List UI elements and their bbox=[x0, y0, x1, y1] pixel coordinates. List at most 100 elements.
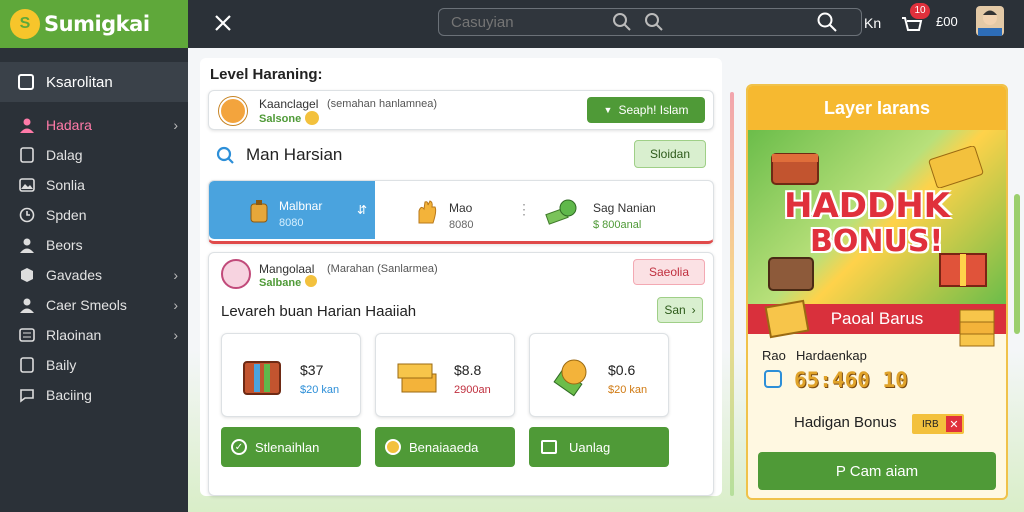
avatar bbox=[219, 97, 247, 125]
sidebar-item-rlaoinan[interactable]: Rlaoinan › bbox=[0, 320, 188, 350]
countdown-timer: 65:460 10 bbox=[794, 368, 908, 392]
sidebar-header[interactable]: Ksarolitan bbox=[0, 62, 188, 102]
coin-icon bbox=[305, 111, 319, 125]
chevron-right-icon: › bbox=[173, 327, 178, 343]
chevron-right-icon: › bbox=[691, 303, 696, 317]
sidebar-item-caer-smeols[interactable]: Caer Smeols › bbox=[0, 290, 188, 320]
search-icon[interactable] bbox=[644, 12, 664, 32]
seaph-islam-button[interactable]: ▼ Seaph! Islam bbox=[587, 97, 705, 123]
chest-icon bbox=[240, 354, 286, 400]
gift-icon bbox=[936, 240, 990, 288]
sidebar-item-label: Gavades bbox=[46, 267, 103, 283]
list-icon bbox=[18, 326, 36, 344]
scrollbar[interactable] bbox=[730, 92, 734, 496]
reward-item-2[interactable]: $8.8 2900an bbox=[375, 333, 515, 417]
hand-icon bbox=[415, 199, 439, 225]
chevron-right-icon: › bbox=[173, 117, 178, 133]
lantern-icon bbox=[247, 199, 271, 225]
sidebar-item-label: Hadara bbox=[46, 117, 92, 133]
bonus-banner: HADDHK BONUS! bbox=[748, 130, 1006, 304]
banner-title-line1: HADDHK bbox=[784, 186, 951, 226]
tabs-card: Malbnar 8080 ⇵ Mao 8080 ⋮ Sag Nanian $ 8… bbox=[208, 180, 714, 244]
sidebar-item-label: Baciing bbox=[46, 387, 92, 403]
coins-value: £00 bbox=[936, 14, 958, 29]
page-icon bbox=[18, 356, 36, 374]
tab-value: $ 800anal bbox=[593, 219, 642, 231]
section-title: Man Harsian bbox=[246, 145, 343, 164]
sidebar-item-hadara[interactable]: Hadara › bbox=[0, 110, 188, 140]
tab-malbnar[interactable]: Malbnar 8080 ⇵ bbox=[209, 181, 375, 239]
uanlag-button[interactable]: Uanlag bbox=[529, 427, 669, 467]
close-icon[interactable]: ✕ bbox=[946, 416, 962, 432]
sidebar-item-label: Sonlia bbox=[46, 177, 85, 193]
sidebar-item-beors[interactable]: Beors bbox=[0, 230, 188, 260]
sidebar: S Sumigkai Ksarolitan Hadara › Dalag Son… bbox=[0, 0, 188, 512]
sidebar-item-dalag[interactable]: Dalag bbox=[0, 140, 188, 170]
refresh-icon[interactable] bbox=[216, 146, 234, 164]
sidebar-item-sonlia[interactable]: Sonlia bbox=[0, 170, 188, 200]
sidebar-header-label: Ksarolitan bbox=[46, 73, 113, 91]
sort-icon: ⇵ bbox=[356, 203, 367, 217]
ribbon-label: Paoal Barus bbox=[830, 309, 924, 328]
sidebar-item-label: Spden bbox=[46, 207, 87, 223]
stlenaihlan-label: Stlenaihlan bbox=[255, 439, 320, 455]
reward-sub: 2900an bbox=[454, 384, 491, 396]
sidebar-item-baciing[interactable]: Baciing bbox=[0, 380, 188, 410]
bonus-header: Layer Iarans bbox=[748, 86, 1006, 130]
profile-desc: (semahan hanlamnea) bbox=[327, 98, 438, 110]
gift-icon bbox=[541, 440, 557, 454]
money-icon bbox=[545, 199, 579, 225]
money-bag-icon bbox=[552, 354, 598, 402]
claim-tag[interactable]: IRB ✕ bbox=[912, 414, 964, 434]
gold-bars-icon bbox=[956, 304, 1000, 348]
close-icon[interactable] bbox=[212, 12, 234, 34]
chevron-right-icon: › bbox=[173, 267, 178, 283]
stlenaihlan-button[interactable]: ✓ Stlenaihlan bbox=[221, 427, 361, 467]
sidebar-item-gavades[interactable]: Gavades › bbox=[0, 260, 188, 290]
reward-item-1[interactable]: $37 $20 kan bbox=[221, 333, 361, 417]
check-circle-icon: ✓ bbox=[231, 439, 247, 455]
sidebar-item-label: Baily bbox=[46, 357, 77, 373]
search-icon[interactable] bbox=[612, 12, 632, 32]
rewards-next-button[interactable]: San › bbox=[657, 297, 703, 323]
profile-card-secondary: Mangolaal (Marahan (Sanlarmea) Salbane S… bbox=[208, 252, 714, 496]
reward-sub: $20 kan bbox=[608, 384, 648, 396]
box-icon bbox=[18, 266, 36, 284]
avatar bbox=[221, 259, 251, 289]
scrollbar[interactable] bbox=[1014, 194, 1020, 334]
sloidan-button[interactable]: Sloidan bbox=[634, 140, 706, 168]
more-icon[interactable]: ⋮ bbox=[517, 201, 531, 218]
reward-sub: $20 kan bbox=[300, 384, 340, 396]
coin-icon bbox=[305, 275, 317, 287]
tab-value: 8080 bbox=[279, 217, 304, 229]
info-label: Rao bbox=[762, 348, 786, 363]
sidebar-item-label: Beors bbox=[46, 237, 83, 253]
sidebar-item-label: Caer Smeols bbox=[46, 297, 127, 313]
tab-mao[interactable]: Mao 8080 ⋮ bbox=[379, 181, 545, 239]
profile-status: Salsone bbox=[259, 113, 302, 125]
timer-icon bbox=[764, 370, 782, 388]
claim-bonus-button[interactable]: P Cam aiam bbox=[758, 452, 996, 490]
account-icon bbox=[18, 296, 36, 314]
rewards-title: Levareh buan Harian Haaiiah bbox=[221, 303, 417, 320]
image-icon bbox=[18, 176, 36, 194]
avatar[interactable] bbox=[976, 6, 1004, 36]
search-icon[interactable] bbox=[816, 11, 838, 33]
sidebar-item-baily[interactable]: Baily bbox=[0, 350, 188, 380]
notification-badge: 10 bbox=[910, 3, 930, 19]
tab-sag-nanian[interactable]: Sag Nanian $ 800anal bbox=[545, 181, 713, 239]
reward-item-3[interactable]: $0.6 $20 kan bbox=[529, 333, 669, 417]
sidebar-item-spden[interactable]: Spden bbox=[0, 200, 188, 230]
benaiaaeda-label: Benaiaaeda bbox=[409, 439, 479, 455]
rewards-next-label: San bbox=[664, 303, 686, 317]
user-icon bbox=[18, 116, 36, 134]
logo[interactable]: S Sumigkai bbox=[0, 0, 188, 48]
clock-icon bbox=[18, 206, 36, 224]
benaiaaeda-button[interactable]: Benaiaaeda bbox=[375, 427, 515, 467]
sidebar-item-label: Rlaoinan bbox=[46, 327, 102, 343]
user-code[interactable]: Kn bbox=[864, 15, 881, 31]
profile-card: Kaanclagel (semahan hanlamnea) Salsone ▼… bbox=[208, 90, 714, 130]
reward-value: $37 bbox=[300, 362, 324, 378]
uanlag-label: Uanlag bbox=[569, 439, 611, 455]
saeolia-button[interactable]: Saeolia bbox=[633, 259, 705, 285]
